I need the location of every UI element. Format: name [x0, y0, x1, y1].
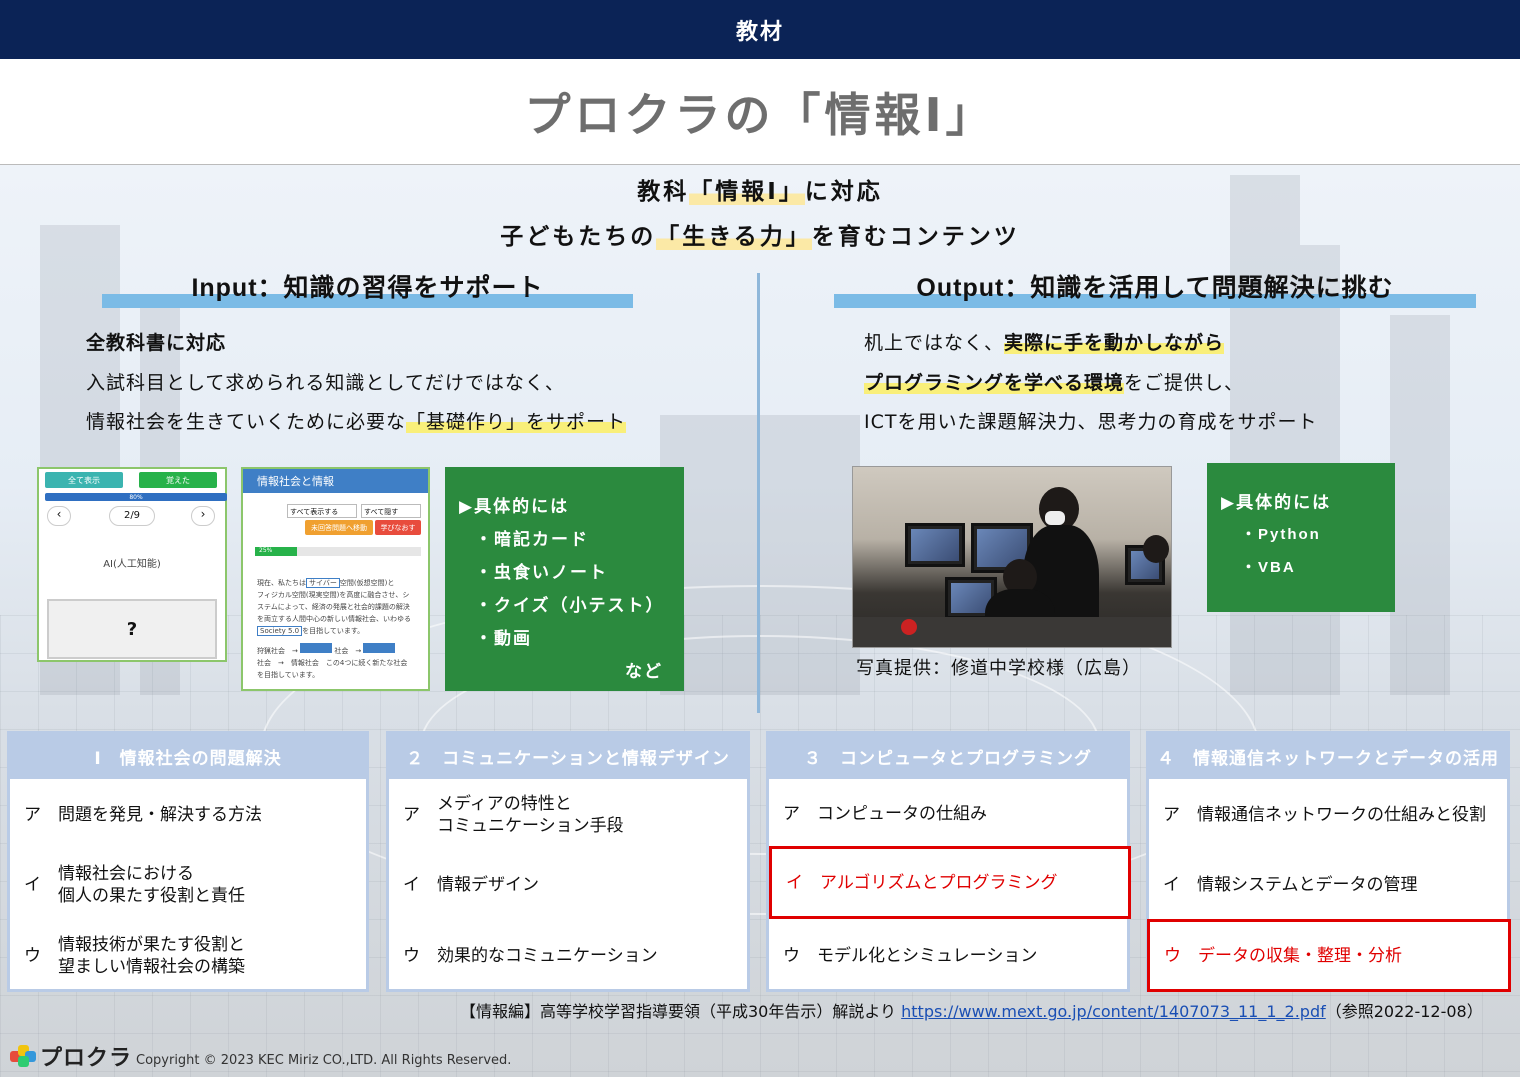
logo-wordmark: プロクラ	[40, 1046, 133, 1071]
blank-box-1[interactable]	[300, 643, 333, 653]
show-all-select[interactable]: すべて表示する	[287, 504, 357, 518]
output-line-2: プログラミングを学べる環境をご提供し、	[864, 372, 1245, 394]
category-label: 教材	[735, 19, 784, 45]
card-term: AI(人工知能)	[103, 559, 161, 570]
move-unsolved-button[interactable]: 未回答問題へ移動	[305, 520, 373, 535]
category-item: アコンピュータの仕組み	[769, 782, 1127, 846]
category-title: ２ コミュニケーションと情報デザイン	[389, 734, 747, 779]
next-icon[interactable]: ›	[191, 506, 215, 526]
note-progress-fill: 25%	[255, 547, 297, 556]
example-item: ・クイズ（小テスト）	[475, 596, 665, 616]
output-line-1: 机上ではなく、実際に手を動かしながら	[864, 332, 1225, 354]
input-examples-box: ▶具体的には ・暗記カード ・虫食いノート ・クイズ（小テスト） ・動画 など	[445, 467, 684, 691]
page-title-band: プロクラの「情報Ⅰ」	[0, 59, 1520, 165]
category-item: ウ効果的なコミュニケーション	[389, 922, 747, 989]
subtitle-line-2: 子どもたちの「生きる力」を育むコンテンツ	[500, 224, 1020, 250]
input-line-3: 情報社会を生きていくために必要な「基礎作り」をサポート	[86, 411, 627, 433]
reference-note: 【情報編】高等学校学習指導要領（平成30年告示）解説より https://www…	[460, 1002, 1483, 1021]
flashcard-screenshot: 全て表示 覚えた 80% ‹ 2/9 › AI(人工知能) ?	[37, 467, 227, 662]
page-title: プロクラの「情報Ⅰ」	[524, 87, 996, 142]
category-item: イ情報システムとデータの管理	[1149, 851, 1507, 919]
logo-icon	[10, 1045, 36, 1067]
category-item: ア情報通信ネットワークの仕組みと役割	[1149, 782, 1507, 848]
input-heading: Input：知識の習得をサポート	[102, 268, 633, 308]
prev-icon[interactable]: ‹	[47, 506, 71, 526]
input-examples-title: ▶具体的には	[459, 497, 570, 517]
category-card-4: ４ 情報通信ネットワークとデータの活用 ア情報通信ネットワークの仕組みと役割 イ…	[1146, 731, 1511, 992]
note-title: 情報社会と情報	[243, 469, 428, 493]
category-title: ４ 情報通信ネットワークとデータの活用	[1149, 734, 1507, 779]
redo-button[interactable]: 学びなおす	[375, 520, 421, 535]
category-item: イ情報社会における 個人の果たす役割と責任	[10, 851, 366, 919]
category-item-highlighted: ウデータの収集・整理・分析	[1147, 919, 1511, 992]
example-item: ・暗記カード	[475, 530, 589, 550]
note-body: 現在、私たちは サイバー 空間(仮想空間)と フィジカル空間(現実空間)を高度に融合…	[257, 578, 411, 679]
output-heading: Output：知識を活用して問題解決に挑む	[834, 268, 1476, 308]
category-item: ウ情報技術が果たす役割と 望ましい情報社会の構築	[10, 922, 366, 989]
example-item: ・Python	[1241, 526, 1321, 543]
blank-society[interactable]: Society 5.0	[257, 626, 303, 636]
classroom-photo	[852, 466, 1172, 648]
memorized-button[interactable]: 覚えた	[139, 472, 217, 488]
card-answer-box[interactable]: ?	[47, 599, 217, 659]
example-more: など	[625, 662, 663, 682]
category-item-highlighted: イアルゴリズムとプログラミング	[769, 846, 1131, 919]
category-card-1: Ⅰ 情報社会の問題解決 ア問題を発見・解決する方法 イ情報社会における 個人の果た…	[7, 731, 369, 992]
input-line-2: 入試科目として求められる知識としてだけではなく、	[86, 372, 565, 394]
category-card-2: ２ コミュニケーションと情報デザイン アメディアの特性と コミュニケーション手段 …	[386, 731, 750, 992]
hide-all-select[interactable]: すべて隠す	[361, 504, 421, 518]
category-title: Ⅰ 情報社会の問題解決	[10, 734, 366, 779]
subtitle-line-1: 教科「情報Ⅰ」に対応	[637, 179, 883, 205]
note-screenshot: 情報社会と情報 すべて表示する すべて隠す 未回答問題へ移動 学びなおす 25%…	[241, 467, 430, 691]
output-examples-box: ▶具体的には ・Python ・VBA	[1207, 463, 1395, 612]
category-item: ア問題を発見・解決する方法	[10, 782, 366, 848]
note-progress-track: 25%	[255, 547, 421, 556]
category-card-3: ３ コンピュータとプログラミング アコンピュータの仕組み イアルゴリズムとプログ…	[766, 731, 1131, 992]
category-bar: 教材	[0, 0, 1520, 59]
output-examples-title: ▶具体的には	[1221, 493, 1332, 513]
category-title: ３ コンピュータとプログラミング	[769, 734, 1127, 779]
output-line-3: ICTを用いた課題解決力、思考力の育成をサポート	[864, 411, 1318, 433]
input-line-1: 全教科書に対応	[86, 332, 227, 354]
example-item: ・VBA	[1241, 559, 1296, 576]
procla-logo: プロクラ	[10, 1040, 132, 1072]
category-item: アメディアの特性と コミュニケーション手段	[389, 782, 747, 848]
reference-link[interactable]: https://www.mext.go.jp/content/1407073_1…	[901, 1002, 1326, 1021]
example-item: ・虫食いノート	[475, 563, 608, 583]
page-indicator: 2/9	[109, 506, 155, 526]
show-all-button[interactable]: 全て表示	[45, 472, 123, 488]
copyright: Copyright © 2023 KEC Miriz CO.,LTD. All …	[136, 1053, 512, 1068]
photo-caption: 写真提供：修道中学校様（広島）	[856, 658, 1141, 679]
category-item: ウモデル化とシミュレーション	[769, 922, 1127, 989]
example-item: ・動画	[475, 629, 532, 649]
card-progress-bar: 80%	[45, 493, 227, 501]
category-item: イ情報デザイン	[389, 851, 747, 919]
blank-cyber[interactable]: サイバー	[306, 578, 340, 588]
blank-box-2[interactable]	[363, 643, 396, 653]
section-divider	[757, 273, 760, 713]
